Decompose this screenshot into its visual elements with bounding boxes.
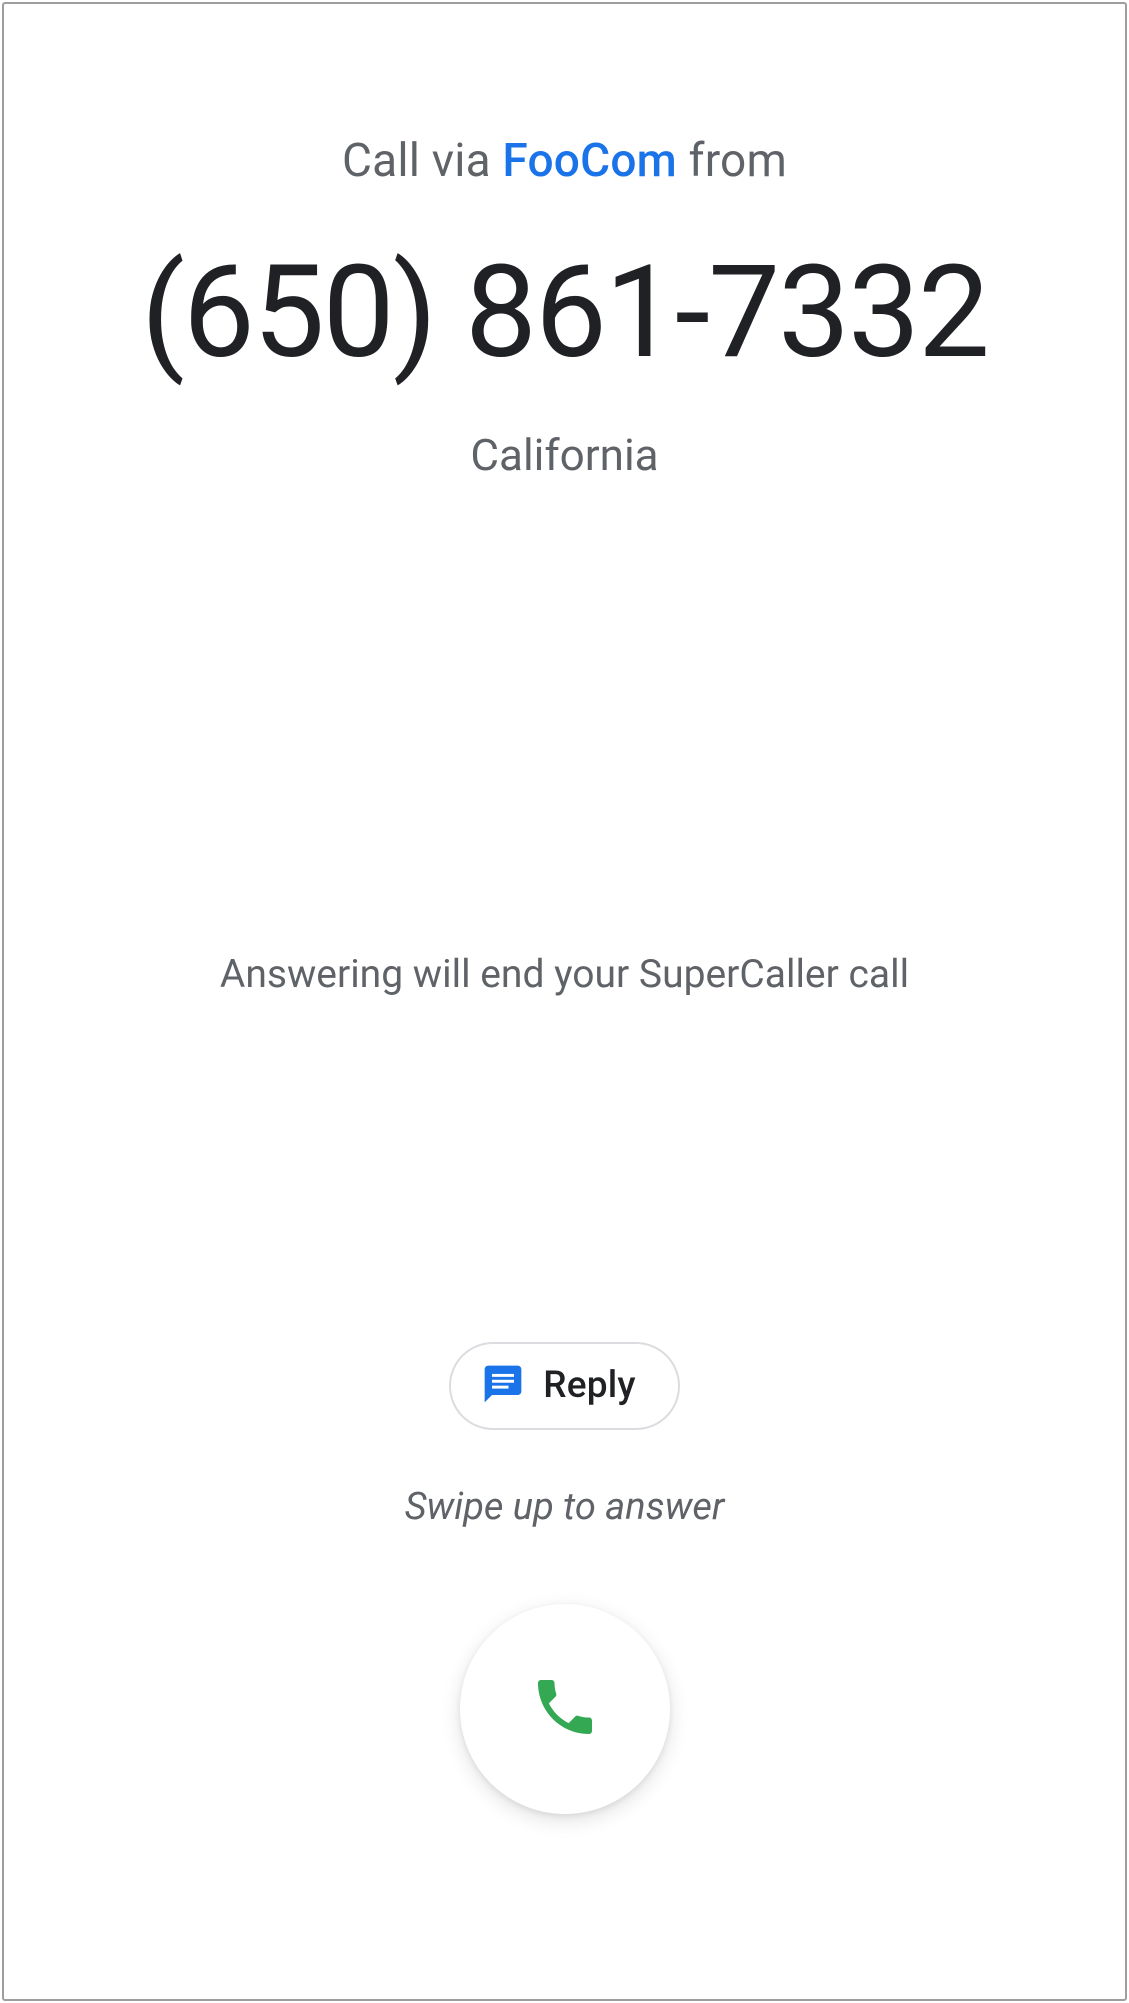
message-icon: [481, 1362, 525, 1410]
answer-button[interactable]: [460, 1604, 670, 1814]
reply-label: Reply: [543, 1364, 635, 1407]
call-conflict-warning: Answering will end your SuperCaller call: [220, 951, 909, 997]
call-via-line: Call via FooCom from: [4, 134, 1125, 188]
call-via-prefix: Call via: [342, 134, 502, 188]
call-via-suffix: from: [677, 134, 787, 188]
call-via-provider: FooCom: [502, 134, 676, 188]
reply-button[interactable]: Reply: [449, 1342, 679, 1430]
phone-number: (650) 861-7332: [4, 243, 1125, 384]
caller-location: California: [4, 429, 1125, 481]
call-header: Call via FooCom from (650) 861-7332 Cali…: [4, 134, 1125, 481]
phone-icon: [529, 1671, 601, 1747]
incoming-call-screen: Call via FooCom from (650) 861-7332 Cali…: [2, 2, 1127, 2001]
swipe-hint: Swipe up to answer: [405, 1485, 725, 1529]
